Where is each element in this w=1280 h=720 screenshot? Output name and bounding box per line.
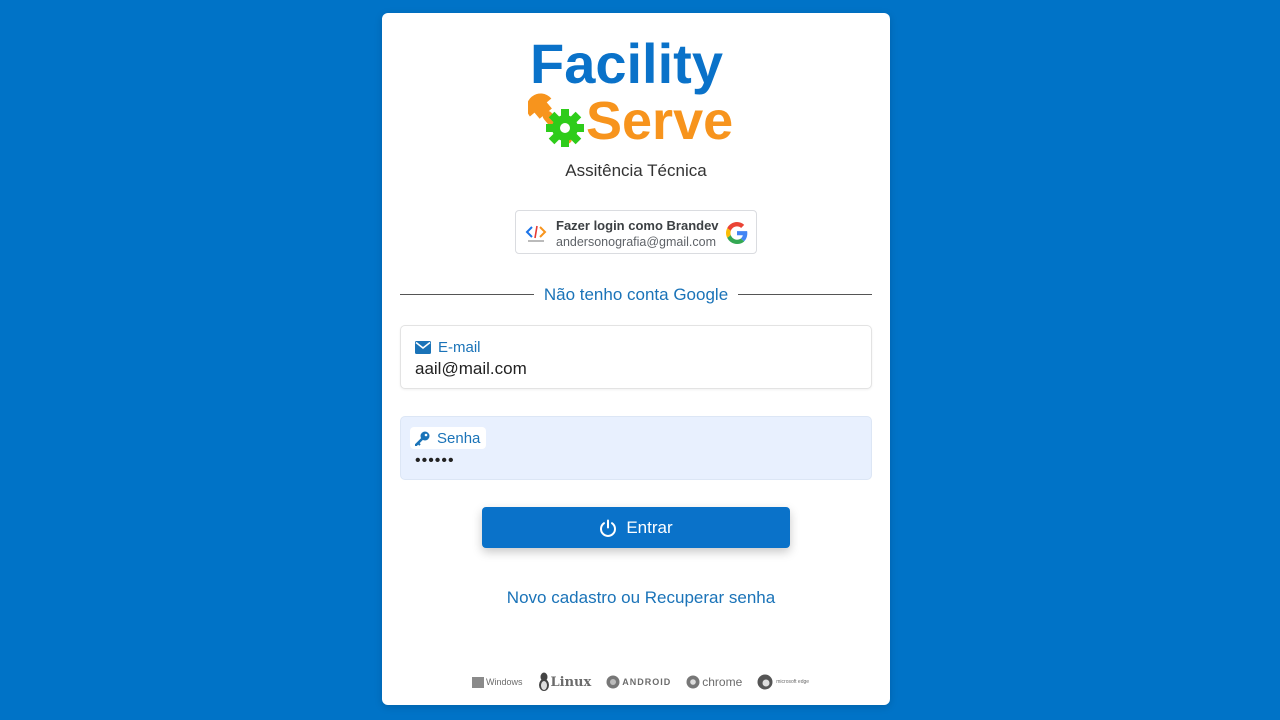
edge-label: microsoft edge [776, 679, 810, 685]
edge-icon [757, 674, 773, 690]
linux-label: Linux [550, 674, 592, 690]
edge-logo: microsoft edge [757, 674, 809, 690]
google-account-title: Fazer login como Brandev [556, 218, 719, 233]
email-field[interactable]: E-mail [400, 325, 872, 389]
power-icon [600, 519, 617, 537]
windows-logo: Windows [472, 676, 523, 688]
email-input[interactable] [415, 359, 855, 379]
android-logo: ANDROID [606, 675, 671, 689]
google-g-icon [726, 222, 748, 244]
windows-icon [472, 676, 484, 688]
enter-button-label: Entrar [626, 517, 673, 537]
facility-serve-logo: Facility Serve [528, 33, 744, 159]
divider: Não tenho conta Google [400, 285, 872, 305]
code-brackets-icon [525, 225, 547, 242]
envelope-icon [415, 340, 431, 354]
key-icon [415, 431, 430, 446]
register-recover-link[interactable]: Novo cadastro ou Recuperar senha [382, 588, 900, 608]
password-input[interactable]: •••••• [415, 452, 855, 470]
divider-text: Não tenho conta Google [543, 285, 729, 304]
password-field[interactable]: Senha •••••• [400, 416, 872, 480]
chrome-label: chrome [702, 675, 743, 689]
gear-icon [546, 109, 584, 147]
logo-line1: Facility [530, 33, 723, 95]
android-label: ANDROID [622, 677, 672, 687]
password-label: Senha [410, 427, 487, 449]
google-account-email: andersonografia@gmail.com [556, 235, 716, 249]
windows-label: Windows [486, 677, 523, 687]
login-card: Facility Serve Assitência Técnica Fazer … [382, 13, 890, 705]
chrome-icon [686, 675, 700, 689]
subtitle: Assitência Técnica [565, 161, 707, 180]
linux-logo: Linux [538, 672, 592, 692]
divider-line-right [738, 294, 872, 295]
enter-button[interactable]: Entrar [482, 507, 790, 548]
linux-tux-icon [538, 672, 549, 691]
email-label: E-mail [415, 337, 481, 357]
platform-logos: Windows Linux ANDROID chrome microsoft e… [472, 671, 824, 693]
logo-line2: Serve [586, 91, 733, 151]
email-label-text: E-mail [438, 338, 481, 356]
android-icon [606, 675, 620, 689]
password-label-text: Senha [437, 429, 481, 447]
chrome-logo: chrome [686, 675, 742, 689]
google-login-button[interactable]: Fazer login como Brandev andersonografia… [515, 210, 757, 254]
